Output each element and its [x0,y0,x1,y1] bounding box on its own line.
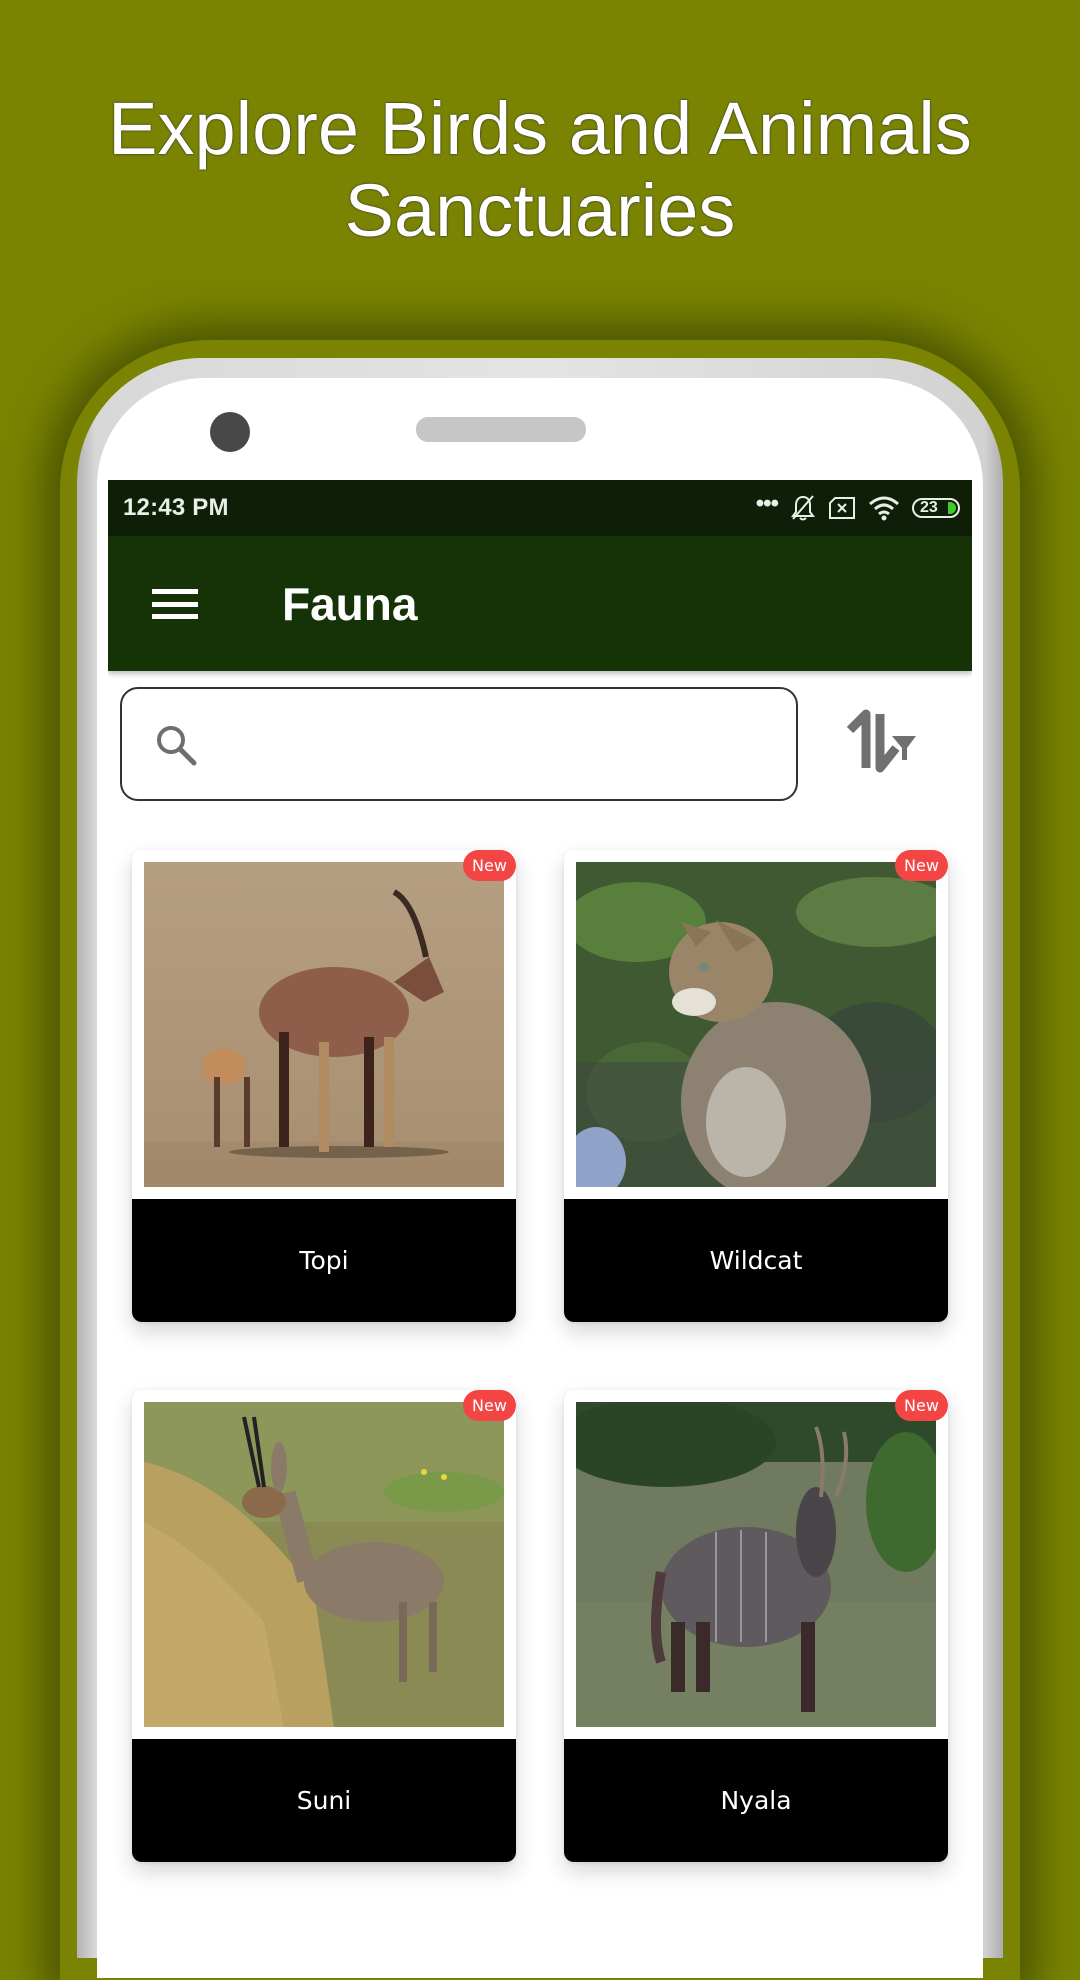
sort-filter-icon [846,709,916,773]
more-dots-icon: ••• [755,490,779,517]
status-icons: ••• 23 [755,490,960,525]
battery-icon: 23 [912,498,960,518]
animal-card[interactable]: Suni New [132,1390,516,1862]
sort-filter-button[interactable] [836,700,926,790]
status-time: 12:43 PM [123,494,229,521]
new-badge: New [895,850,948,881]
new-badge: New [463,850,516,881]
battery-level: 23 [920,499,938,516]
battery-fill [948,502,956,514]
animal-card[interactable]: Nyala New [564,1390,948,1862]
animal-photo-nyala [576,1402,936,1727]
notifications-off-icon [791,495,815,521]
front-camera-icon [210,412,250,452]
earpiece-speaker [416,417,586,442]
app-toolbar: Fauna [108,536,972,671]
animal-card-label: Suni [132,1739,516,1862]
search-icon [157,726,197,766]
animal-name: Suni [296,1786,352,1815]
promo-headline: Explore Birds and Animals Sanctuaries [0,88,1080,252]
animal-photo-suni [144,1402,504,1727]
new-badge: New [895,1390,948,1421]
animal-name: Wildcat [709,1246,803,1275]
animal-card-label: Nyala [564,1739,948,1862]
animal-photo-topi [144,862,504,1187]
animal-card[interactable]: Topi New [132,850,516,1322]
search-field[interactable] [120,687,798,801]
promo-headline-line2: Sanctuaries [344,169,736,252]
promo-headline-line1: Explore Birds and Animals [108,87,972,170]
new-badge: New [463,1390,516,1421]
no-sim-icon [829,497,855,519]
status-bar: 12:43 PM ••• 23 [108,480,972,536]
hamburger-menu-icon[interactable] [152,589,198,619]
animal-name: Nyala [720,1786,792,1815]
wifi-icon [869,496,899,521]
phone-screen: 12:43 PM ••• 23 Fauna Topi New Wildcat N… [108,480,972,1920]
app-title: Fauna [282,578,418,630]
animal-card-label: Topi [132,1199,516,1322]
animal-name: Topi [299,1246,349,1275]
search-input[interactable] [212,709,776,781]
animal-card-label: Wildcat [564,1199,948,1322]
animal-photo-wildcat [576,862,936,1187]
animal-card[interactable]: Wildcat New [564,850,948,1322]
